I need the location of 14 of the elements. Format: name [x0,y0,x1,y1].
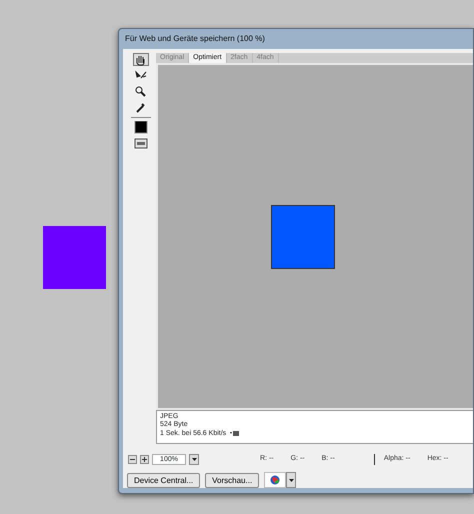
dialog-button[interactable]: Vorschau... [205,472,260,488]
dropdown-button[interactable] [286,472,296,488]
caret-icon [192,458,196,460]
dialog-button[interactable]: Device Central... [127,472,200,488]
browser-icon[interactable] [264,472,286,488]
caret-icon [288,478,294,482]
zoom-in-icon[interactable] [140,454,149,464]
dropdown-button[interactable] [189,454,199,464]
zoom-out-icon[interactable] [128,454,137,464]
slice-visibility-icon[interactable] [133,137,149,150]
menu-icon[interactable] [230,431,240,436]
hand-icon[interactable] [133,53,149,66]
window-title: Für Web und Geräte speichern (100 %) [124,33,266,45]
color-swatch-icon[interactable] [133,121,149,134]
